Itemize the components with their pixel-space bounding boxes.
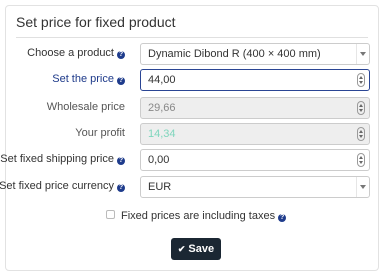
taxes-option: Fixed prices are including taxes? (106, 210, 287, 222)
check-icon: ✔ (177, 244, 186, 254)
number-spinner-icon (357, 101, 365, 115)
taxes-checkbox[interactable] (106, 210, 115, 219)
shipping-row: Set fixed shipping price? 0,00 (0, 149, 378, 171)
price-row: Set the price? 44,00 (6, 69, 378, 91)
number-spinner-icon (357, 127, 365, 141)
product-label: Choose a product? (27, 47, 125, 59)
currency-label: Set fixed price currency? (0, 180, 125, 192)
profit-label: Your profit (75, 127, 125, 139)
product-row: Choose a product? Dynamic Dibond R (400 … (6, 43, 378, 65)
number-spinner-icon[interactable] (357, 153, 365, 167)
help-circle-icon[interactable]: ? (117, 157, 125, 165)
wholesale-label: Wholesale price (46, 101, 125, 113)
help-circle-icon[interactable]: ? (117, 51, 125, 59)
wholesale-price-field: 29,66 (140, 97, 370, 119)
price-input[interactable]: 44,00 (140, 69, 370, 91)
currency-row: Set fixed price currency? EUR (0, 176, 378, 198)
number-spinner-icon[interactable] (357, 73, 365, 87)
panel-title: Set price for fixed product (16, 14, 176, 30)
title-divider (16, 37, 368, 38)
wholesale-row: Wholesale price 29,66 (6, 97, 378, 119)
chevron-down-icon (356, 44, 369, 64)
profit-field: 14,34 (140, 123, 370, 145)
shipping-price-input[interactable]: 0,00 (140, 149, 370, 171)
help-circle-icon[interactable]: ? (278, 214, 287, 222)
chevron-down-icon (356, 177, 369, 197)
currency-select[interactable]: EUR (140, 176, 370, 198)
price-label: Set the price? (52, 73, 125, 85)
save-button[interactable]: ✔ Save (171, 238, 221, 260)
fixed-price-panel: Set price for fixed product Choose a pro… (0, 5, 379, 271)
help-circle-icon[interactable]: ? (117, 77, 125, 85)
help-circle-icon[interactable]: ? (117, 184, 125, 192)
shipping-label: Set fixed shipping price? (0, 153, 125, 165)
taxes-label: Fixed prices are including taxes (121, 210, 276, 222)
profit-row: Your profit 14,34 (6, 123, 378, 145)
product-select[interactable]: Dynamic Dibond R (400 × 400 mm) (140, 43, 370, 65)
